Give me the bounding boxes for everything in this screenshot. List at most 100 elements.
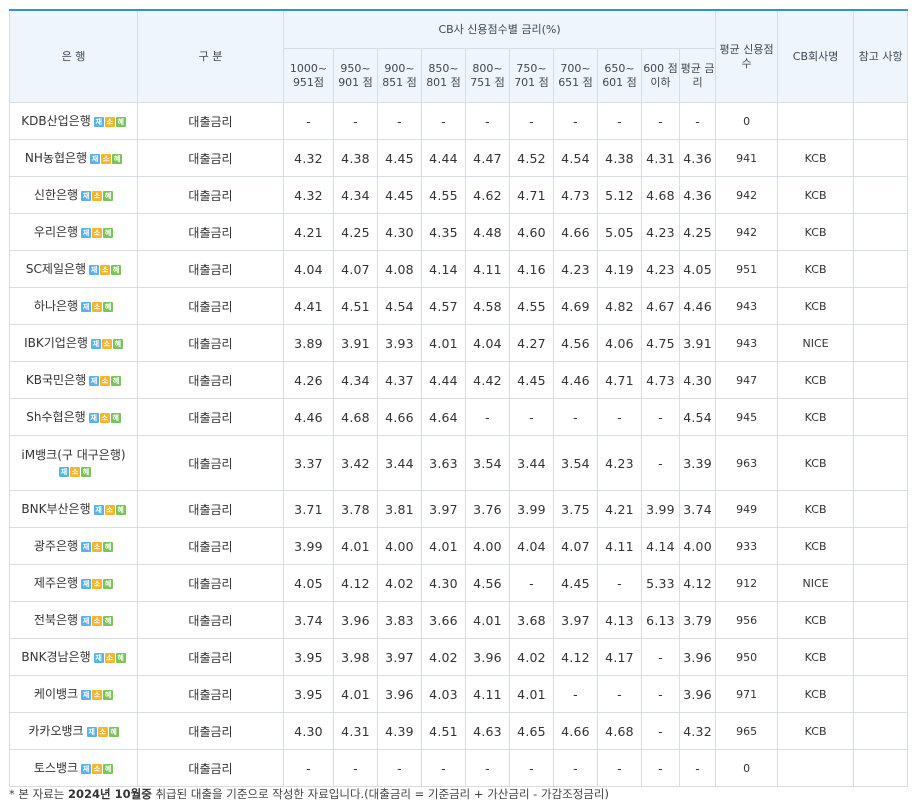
bank-name[interactable]: BNK경남은행 [21, 650, 90, 664]
bank-name-cell[interactable]: 광주은행 재 소 혜 [9, 527, 138, 565]
bank-name-cell[interactable]: IBK기업은행 재 소 혜 [9, 324, 138, 362]
so-badge[interactable]: 소 [99, 412, 110, 423]
so-badge[interactable]: 소 [92, 689, 103, 700]
hye-badge[interactable]: 혜 [103, 689, 114, 700]
bank-name[interactable]: iM뱅크(구 대구은행) [21, 448, 125, 462]
bank-name-cell[interactable]: 전북은행 재 소 혜 [9, 601, 138, 639]
hye-badge[interactable]: 혜 [103, 578, 114, 589]
so-badge[interactable]: 소 [100, 375, 111, 386]
bank-name[interactable]: 신한은행 [34, 188, 78, 202]
rate-cell: - [465, 398, 510, 436]
bank-name[interactable]: 카카오뱅크 [28, 724, 83, 738]
hye-badge[interactable]: 혜 [103, 227, 114, 238]
jae-badge[interactable]: 재 [81, 190, 92, 201]
hye-badge[interactable]: 혜 [103, 190, 114, 201]
bank-name[interactable]: 광주은행 [34, 539, 78, 553]
so-badge[interactable]: 소 [92, 301, 103, 312]
bank-name[interactable]: KDB산업은행 [21, 114, 91, 128]
bank-name-cell[interactable]: 신한은행 재 소 혜 [9, 176, 138, 214]
hye-badge[interactable]: 혜 [115, 116, 126, 127]
so-badge[interactable]: 소 [92, 615, 103, 626]
rate-cell: 4.01 [421, 324, 466, 362]
bank-name[interactable]: 우리은행 [34, 225, 78, 239]
bank-name-cell[interactable]: 케이뱅크 재 소 혜 [9, 675, 138, 713]
bank-name-cell[interactable]: KDB산업은행 재 소 혜 [9, 102, 138, 140]
jae-badge[interactable]: 재 [89, 375, 100, 386]
hye-badge[interactable]: 혜 [103, 615, 114, 626]
so-badge[interactable]: 소 [70, 466, 80, 477]
jae-badge[interactable]: 재 [86, 726, 97, 737]
bank-name-cell[interactable]: KB국민은행 재 소 혜 [9, 361, 138, 399]
so-badge[interactable]: 소 [92, 541, 103, 552]
bank-name-cell[interactable]: 하나은행 재 소 혜 [9, 287, 138, 325]
bank-name[interactable]: IBK기업은행 [24, 336, 88, 350]
rate-cell: - [641, 712, 680, 750]
so-badge[interactable]: 소 [100, 264, 111, 275]
hye-badge[interactable]: 혜 [115, 504, 126, 515]
jae-badge[interactable]: 재 [81, 227, 92, 238]
bank-name-cell[interactable]: BNK경남은행 재 소 혜 [9, 638, 138, 676]
note-cell [853, 102, 909, 140]
jae-badge[interactable]: 재 [90, 338, 101, 349]
bank-name[interactable]: 하나은행 [34, 299, 78, 313]
hye-badge[interactable]: 혜 [112, 338, 123, 349]
so-badge[interactable]: 소 [92, 578, 103, 589]
jae-badge[interactable]: 재 [88, 412, 99, 423]
jae-badge[interactable]: 재 [93, 652, 104, 663]
so-badge[interactable]: 소 [104, 652, 115, 663]
header-bank: 은 행 [9, 9, 138, 103]
so-badge[interactable]: 소 [101, 153, 112, 164]
rate-type-cell: 대출금리 [137, 638, 284, 676]
bank-name[interactable]: KB국민은행 [26, 373, 86, 387]
so-badge[interactable]: 소 [92, 190, 103, 201]
jae-badge[interactable]: 재 [81, 615, 92, 626]
bank-name[interactable]: 케이뱅크 [34, 687, 78, 701]
bank-name-cell[interactable]: NH농협은행 재 소 혜 [9, 139, 138, 177]
hye-badge[interactable]: 혜 [108, 726, 119, 737]
jae-badge[interactable]: 재 [81, 689, 92, 700]
bank-name[interactable]: Sh수협은행 [26, 410, 85, 424]
so-badge[interactable]: 소 [92, 227, 103, 238]
hye-badge[interactable]: 혜 [103, 541, 114, 552]
hye-badge[interactable]: 혜 [103, 301, 114, 312]
hye-badge[interactable]: 혜 [81, 466, 91, 477]
jae-badge[interactable]: 재 [89, 264, 100, 275]
hye-badge[interactable]: 혜 [115, 652, 126, 663]
bank-name-cell[interactable]: SC제일은행 재 소 혜 [9, 250, 138, 288]
bank-name-cell[interactable]: Sh수협은행 재 소 혜 [9, 398, 138, 436]
bank-name-cell[interactable]: BNK부산은행 재 소 혜 [9, 490, 138, 528]
jae-badge[interactable]: 재 [81, 541, 92, 552]
jae-badge[interactable]: 재 [59, 466, 69, 477]
bank-name[interactable]: NH농협은행 [25, 151, 87, 165]
bank-name[interactable]: 제주은행 [34, 576, 78, 590]
bank-name-cell[interactable]: iM뱅크(구 대구은행) 재 소 혜 [9, 435, 138, 491]
bank-name-cell[interactable]: 우리은행 재 소 혜 [9, 213, 138, 251]
so-badge[interactable]: 소 [97, 726, 108, 737]
so-badge[interactable]: 소 [92, 763, 103, 774]
rate-cell: 4.44 [421, 361, 466, 399]
hye-badge[interactable]: 혜 [103, 763, 114, 774]
jae-badge[interactable]: 재 [93, 116, 104, 127]
rate-cell: 4.11 [597, 527, 642, 565]
bank-name-cell[interactable]: 카카오뱅크 재 소 혜 [9, 712, 138, 750]
so-badge[interactable]: 소 [104, 504, 115, 515]
jae-badge[interactable]: 재 [81, 301, 92, 312]
jae-badge[interactable]: 재 [81, 763, 92, 774]
bank-name[interactable]: SC제일은행 [26, 262, 86, 276]
table-row: 토스뱅크 재 소 혜 대출금리 - - - - - - - - - -0 [9, 749, 909, 787]
jae-badge[interactable]: 재 [93, 504, 104, 515]
bank-name[interactable]: BNK부산은행 [21, 502, 90, 516]
jae-badge[interactable]: 재 [90, 153, 101, 164]
hye-badge[interactable]: 혜 [110, 412, 121, 423]
bank-name-cell[interactable]: 제주은행 재 소 혜 [9, 564, 138, 602]
hye-badge[interactable]: 혜 [112, 153, 123, 164]
bank-name[interactable]: 토스뱅크 [34, 761, 78, 775]
hye-badge[interactable]: 혜 [111, 264, 122, 275]
hye-badge[interactable]: 혜 [111, 375, 122, 386]
bank-name-cell[interactable]: 토스뱅크 재 소 혜 [9, 749, 138, 787]
jae-badge[interactable]: 재 [81, 578, 92, 589]
so-badge[interactable]: 소 [104, 116, 115, 127]
bank-name[interactable]: 전북은행 [34, 613, 78, 627]
so-badge[interactable]: 소 [101, 338, 112, 349]
rate-cell: - [553, 675, 598, 713]
